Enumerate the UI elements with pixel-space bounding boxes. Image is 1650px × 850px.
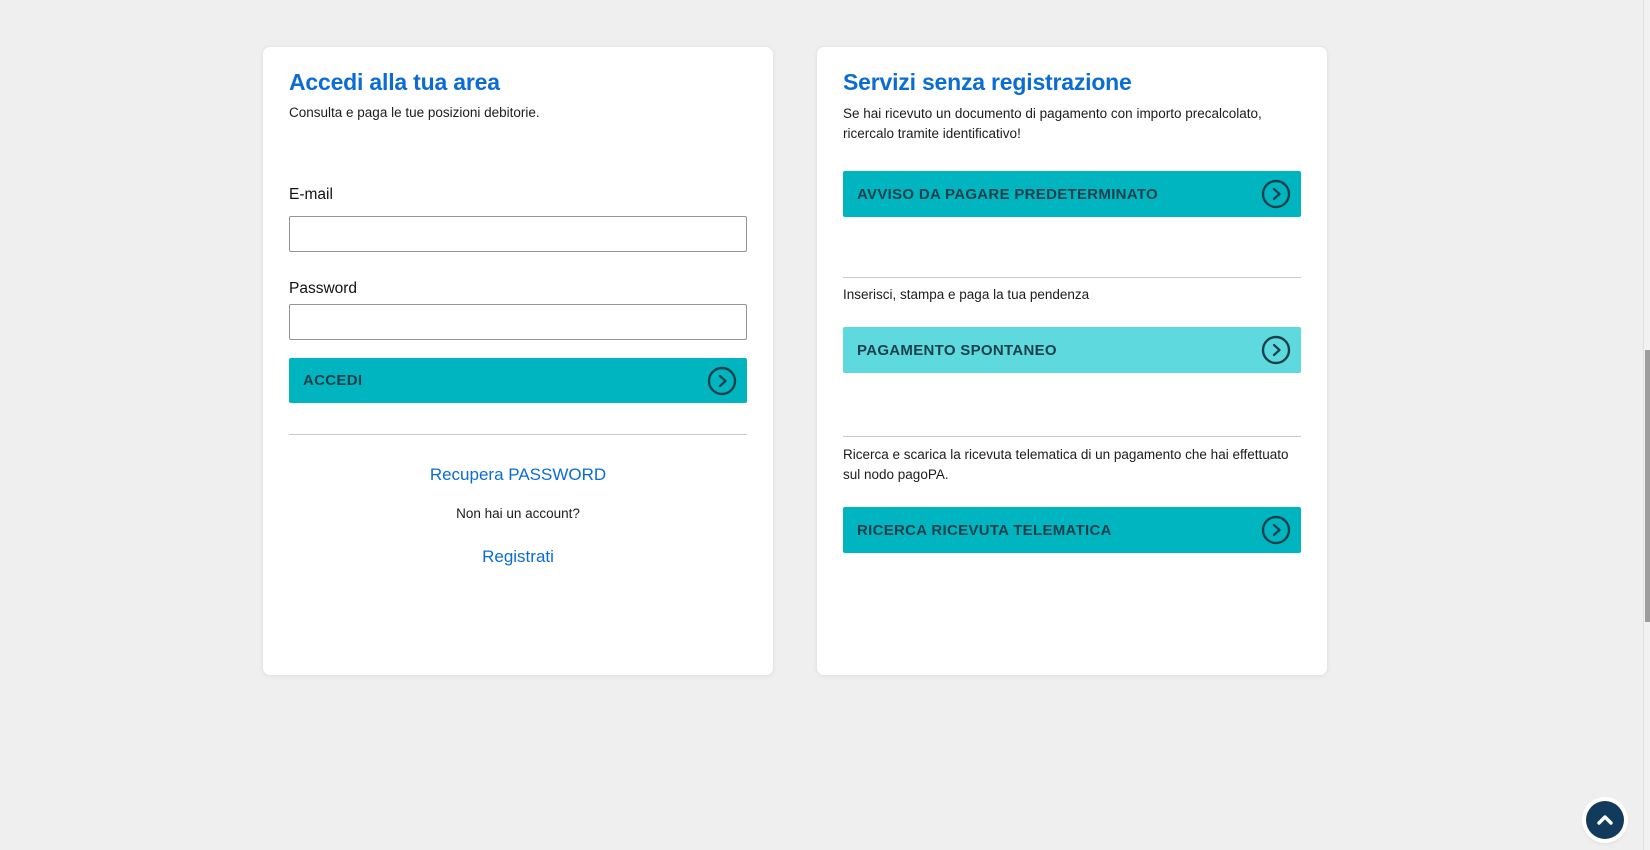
accedi-button[interactable]: ACCEDI [289, 358, 747, 403]
ricerca-ricevuta-telematica-button[interactable]: RICERCA RICEVUTA TELEMATICA [843, 507, 1301, 553]
services-divider [843, 436, 1301, 437]
services-card: Servizi senza registrazione Se hai ricev… [816, 46, 1328, 676]
service-description-predetermined: Se hai ricevuto un documento di pagament… [843, 104, 1301, 144]
service-description-spontaneous: Inserisci, stampa e paga la tua pendenza [843, 286, 1301, 304]
login-card-title: Accedi alla tua area [289, 69, 747, 96]
avviso-da-pagare-predeterminato-button[interactable]: AVVISO DA PAGARE PREDETERMINATO [843, 171, 1301, 217]
scrollbar-track[interactable] [1643, 0, 1650, 850]
arrow-right-circle-icon [1261, 179, 1291, 209]
email-label: E-mail [289, 184, 747, 206]
services-divider [843, 277, 1301, 278]
login-divider [289, 434, 747, 435]
scrollbar-thumb[interactable] [1645, 350, 1650, 622]
services-card-title: Servizi senza registrazione [843, 69, 1301, 96]
login-card-subtitle: Consulta e paga le tue posizioni debitor… [289, 104, 747, 122]
arrow-right-circle-icon [707, 366, 737, 396]
pagamento-button-label: PAGAMENTO SPONTANEO [857, 342, 1057, 359]
scroll-to-top-button[interactable] [1586, 801, 1624, 839]
recover-password-link[interactable]: Recupera PASSWORD [289, 465, 747, 485]
avviso-button-label: AVVISO DA PAGARE PREDETERMINATO [857, 186, 1158, 203]
chevron-up-icon [1594, 809, 1616, 831]
service-description-receipt: Ricerca e scarica la ricevuta telematica… [843, 445, 1301, 485]
accedi-button-label: ACCEDI [303, 372, 362, 389]
login-card: Accedi alla tua area Consulta e paga le … [262, 46, 774, 676]
no-account-text: Non hai un account? [289, 506, 747, 521]
register-link[interactable]: Registrati [289, 547, 747, 567]
arrow-right-circle-icon [1261, 335, 1291, 365]
email-input[interactable] [289, 216, 747, 252]
arrow-right-circle-icon [1261, 515, 1291, 545]
ricerca-button-label: RICERCA RICEVUTA TELEMATICA [857, 522, 1112, 539]
password-label: Password [289, 278, 747, 300]
password-input[interactable] [289, 304, 747, 340]
pagamento-spontaneo-button[interactable]: PAGAMENTO SPONTANEO [843, 327, 1301, 373]
